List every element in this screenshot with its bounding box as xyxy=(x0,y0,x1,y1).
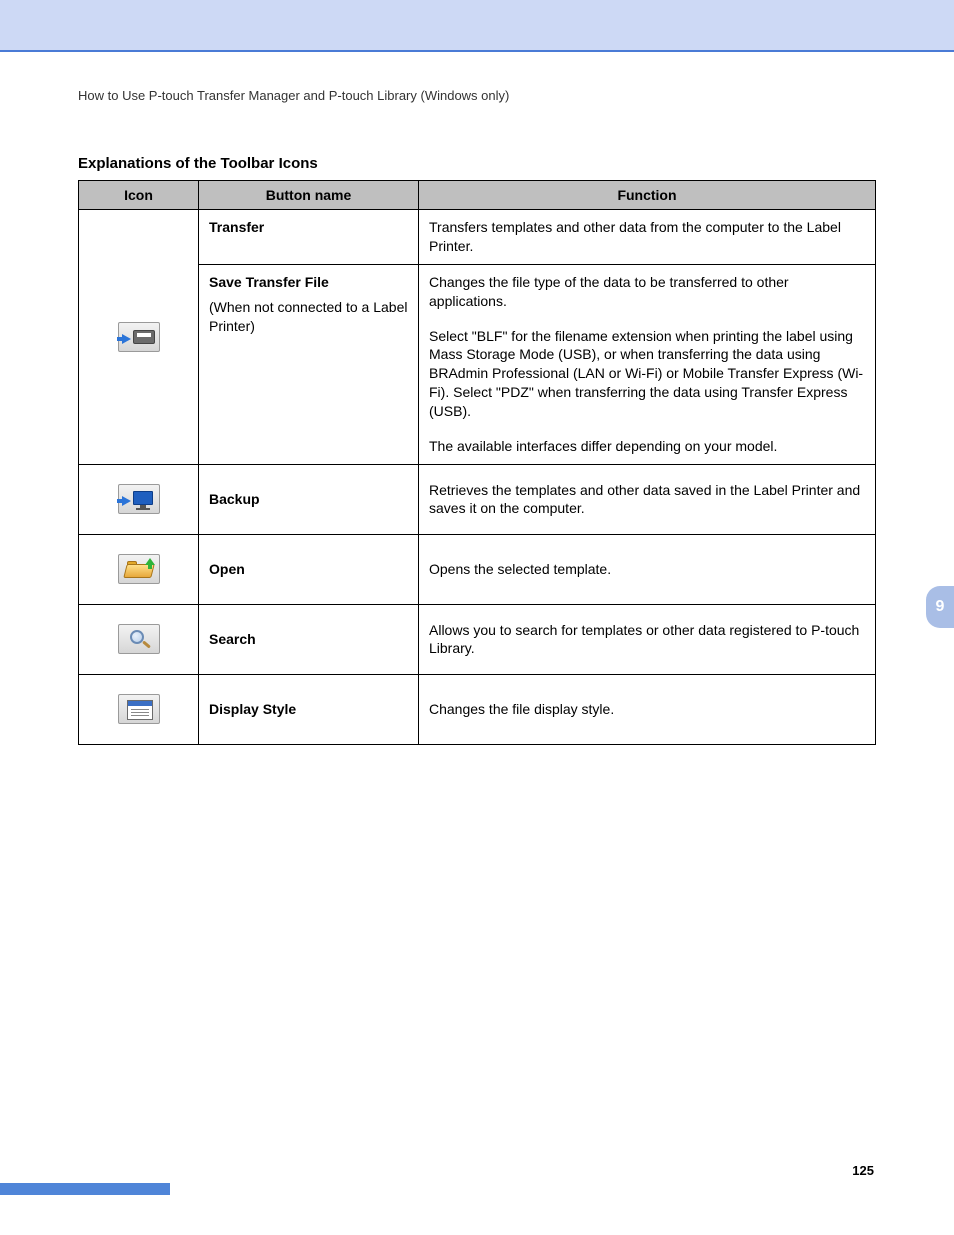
search-icon xyxy=(118,624,160,654)
th-function: Function xyxy=(419,181,876,210)
icon-cell-open xyxy=(79,534,199,604)
backup-icon xyxy=(118,484,160,514)
func-save-3: The available interfaces differ dependin… xyxy=(419,429,876,464)
header-band xyxy=(0,0,954,52)
func-open: Opens the selected template. xyxy=(419,534,876,604)
icon-cell-transfer xyxy=(79,210,199,465)
func-display: Changes the file display style. xyxy=(419,674,876,744)
icon-cell-display xyxy=(79,674,199,744)
footer-accent-bar xyxy=(0,1183,170,1195)
save-name: Save Transfer File xyxy=(209,274,329,290)
func-backup: Retrieves the templates and other data s… xyxy=(419,464,876,534)
button-name-save: Save Transfer File (When not connected t… xyxy=(199,264,419,464)
page-number: 125 xyxy=(852,1163,874,1178)
button-name-open: Open xyxy=(199,534,419,604)
display-style-icon xyxy=(118,694,160,724)
page-content: How to Use P-touch Transfer Manager and … xyxy=(0,52,954,745)
button-name-transfer: Transfer xyxy=(199,210,419,265)
chapter-side-tab[interactable]: 9 xyxy=(926,586,954,628)
icon-cell-backup xyxy=(79,464,199,534)
button-name-search: Search xyxy=(199,604,419,674)
button-name-backup: Backup xyxy=(199,464,419,534)
section-title: Explanations of the Toolbar Icons xyxy=(78,155,876,172)
toolbar-icons-table: Icon Button name Function Transfer Trans… xyxy=(78,180,876,745)
icon-cell-search xyxy=(79,604,199,674)
button-name-display: Display Style xyxy=(199,674,419,744)
breadcrumb: How to Use P-touch Transfer Manager and … xyxy=(78,88,876,103)
func-search: Allows you to search for templates or ot… xyxy=(419,604,876,674)
transfer-icon xyxy=(118,322,160,352)
open-folder-icon xyxy=(118,554,160,584)
th-button-name: Button name xyxy=(199,181,419,210)
save-note: (When not connected to a Label Printer) xyxy=(209,298,408,336)
th-icon: Icon xyxy=(79,181,199,210)
func-save-2: Select "BLF" for the filename extension … xyxy=(419,319,876,429)
func-save-1: Changes the file type of the data to be … xyxy=(419,264,876,318)
func-transfer: Transfers templates and other data from … xyxy=(419,210,876,265)
